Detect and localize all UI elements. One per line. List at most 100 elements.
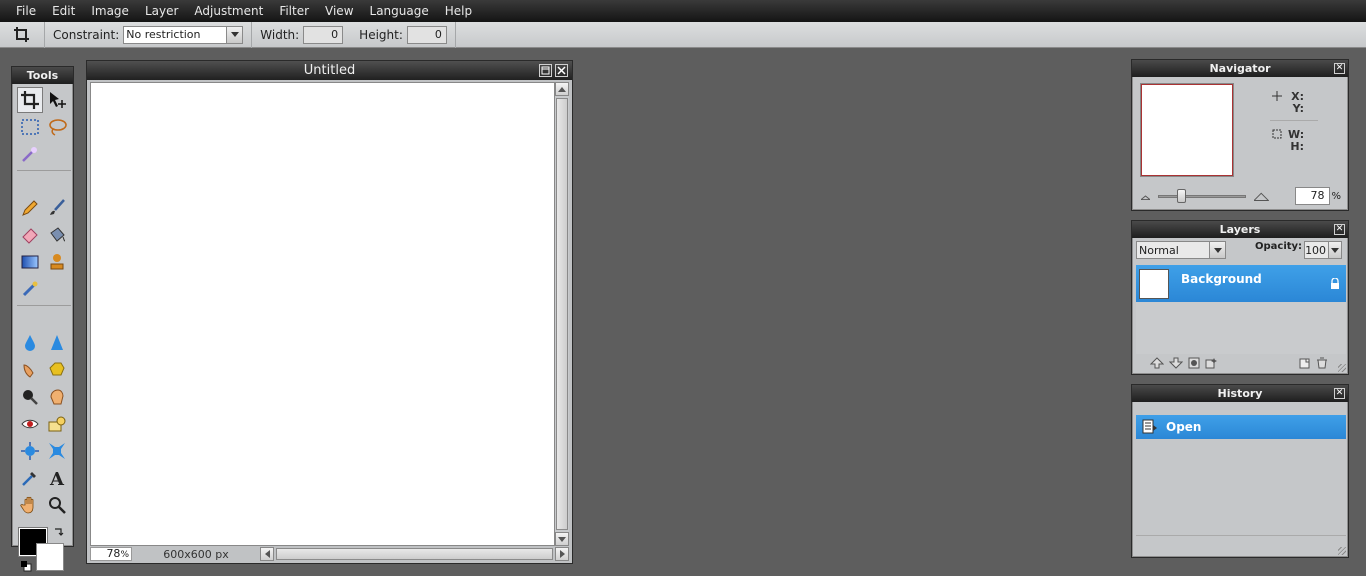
- h-label: H:: [1290, 139, 1304, 153]
- resize-grip[interactable]: [1338, 364, 1346, 372]
- sharpen-tool[interactable]: [44, 330, 70, 356]
- zoom-in-mountain-icon: [1254, 192, 1269, 201]
- height-field[interactable]: 0: [406, 25, 447, 44]
- width-field[interactable]: 0: [303, 25, 344, 44]
- sponge-tool[interactable]: [44, 357, 70, 383]
- water-drop-icon: [25, 335, 35, 351]
- crop-icon: [21, 91, 39, 109]
- maximize-icon[interactable]: [539, 64, 552, 77]
- swap-colors-icon[interactable]: [53, 527, 65, 542]
- menu-view[interactable]: View: [317, 0, 361, 22]
- hand-icon: [20, 496, 34, 514]
- close-icon[interactable]: ✕: [1334, 224, 1345, 235]
- vertical-scrollbar[interactable]: [555, 82, 569, 546]
- type-tool[interactable]: A: [44, 465, 70, 491]
- opacity-label: Opacity:: [1255, 241, 1303, 252]
- constraint-select[interactable]: No restriction: [123, 25, 244, 44]
- red-eye-tool[interactable]: [17, 411, 43, 437]
- horizontal-scrollbar[interactable]: [260, 547, 569, 561]
- scroll-down-icon[interactable]: [555, 532, 569, 546]
- menu-adjustment[interactable]: Adjustment: [186, 0, 271, 22]
- tool-grid: A: [12, 84, 73, 519]
- eraser-tool[interactable]: [17, 222, 43, 248]
- document-zoom-field[interactable]: 78%: [90, 547, 132, 561]
- marquee-tool[interactable]: [17, 114, 43, 140]
- color-swatches: [12, 525, 73, 576]
- menu-file[interactable]: File: [8, 0, 44, 22]
- blur-tool[interactable]: [17, 330, 43, 356]
- clone-stamp-tool[interactable]: [44, 249, 70, 275]
- opacity-select[interactable]: 100: [1304, 241, 1343, 259]
- history-title-text: History: [1217, 387, 1263, 400]
- close-icon[interactable]: ✕: [1334, 63, 1345, 74]
- smudge-tool[interactable]: [17, 357, 43, 383]
- zoom-slider-thumb[interactable]: [1177, 188, 1186, 203]
- scroll-left-icon[interactable]: [260, 547, 274, 561]
- gradient-icon: [21, 255, 39, 269]
- menu-edit[interactable]: Edit: [44, 0, 83, 22]
- zoom-tool[interactable]: [44, 492, 70, 518]
- history-panel: History ✕ Open: [1131, 384, 1349, 558]
- width-group: Width: 0 Height: 0: [252, 21, 456, 48]
- layers-title: Layers ✕: [1132, 221, 1348, 238]
- constraint-value: No restriction: [126, 28, 201, 41]
- lock-icon: [1331, 277, 1339, 289]
- lasso-tool[interactable]: [44, 114, 70, 140]
- menu-language[interactable]: Language: [362, 0, 437, 22]
- navigator-zoom-unit: %: [1331, 190, 1342, 202]
- document-title-bar[interactable]: Untitled: [87, 61, 572, 80]
- smudge-finger-icon: [23, 364, 34, 378]
- color-replace-tool[interactable]: [17, 276, 43, 302]
- reset-colors-icon[interactable]: [20, 560, 32, 575]
- crop-icon: [8, 24, 36, 46]
- crop-tool[interactable]: [17, 87, 43, 113]
- pinch-icon: [49, 443, 65, 459]
- pinch-tool[interactable]: [44, 438, 70, 464]
- background-color-swatch[interactable]: [36, 543, 64, 571]
- scroll-right-icon[interactable]: [555, 547, 569, 561]
- navigator-preview[interactable]: [1140, 83, 1234, 177]
- open-document-icon: [1142, 419, 1157, 434]
- dodge-tool[interactable]: [17, 384, 43, 410]
- history-item[interactable]: Open: [1136, 415, 1346, 439]
- document-dimensions: 600x600 px: [163, 547, 229, 561]
- lasso-icon: [49, 119, 67, 136]
- layer-item[interactable]: Background: [1136, 265, 1346, 302]
- blend-mode-select[interactable]: Normal: [1136, 241, 1226, 259]
- chevron-down-icon[interactable]: [1328, 242, 1342, 258]
- spot-heal-tool[interactable]: [44, 411, 70, 437]
- image-canvas[interactable]: [90, 82, 555, 546]
- menu-help[interactable]: Help: [437, 0, 480, 22]
- eraser-icon: [22, 228, 38, 244]
- bloat-tool[interactable]: [17, 438, 43, 464]
- navigator-divider: [1270, 120, 1318, 121]
- vertical-scroll-thumb[interactable]: [556, 98, 568, 530]
- resize-grip[interactable]: [1338, 547, 1346, 555]
- chevron-down-icon[interactable]: [226, 26, 243, 43]
- horizontal-scroll-thumb[interactable]: [276, 548, 553, 560]
- menu-filter[interactable]: Filter: [271, 0, 317, 22]
- chevron-down-icon[interactable]: [1209, 242, 1225, 258]
- tools-panel: Tools A: [11, 66, 74, 572]
- menu-image[interactable]: Image: [83, 0, 137, 22]
- magic-wand-tool[interactable]: [17, 141, 43, 167]
- close-icon[interactable]: ✕: [1334, 388, 1345, 399]
- current-tool-indicator: [0, 21, 45, 48]
- gradient-tool[interactable]: [17, 249, 43, 275]
- navigator-zoom-input[interactable]: 78: [1294, 187, 1330, 205]
- menu-layer[interactable]: Layer: [137, 0, 186, 22]
- color-picker-tool[interactable]: [17, 465, 43, 491]
- move-tool[interactable]: [44, 87, 70, 113]
- burn-tool[interactable]: [44, 384, 70, 410]
- bucket-fill-tool[interactable]: [44, 222, 70, 248]
- zoom-slider[interactable]: [1158, 188, 1247, 203]
- close-icon[interactable]: [555, 64, 568, 77]
- brush-tool[interactable]: [44, 195, 70, 221]
- scroll-up-icon[interactable]: [555, 82, 569, 96]
- move-arrow-icon: [50, 92, 66, 108]
- pencil-tool[interactable]: [17, 195, 43, 221]
- width-label: Width:: [260, 27, 300, 42]
- hand-tool[interactable]: [17, 492, 43, 518]
- navigator-title-text: Navigator: [1209, 62, 1271, 75]
- pencil-icon: [22, 200, 38, 216]
